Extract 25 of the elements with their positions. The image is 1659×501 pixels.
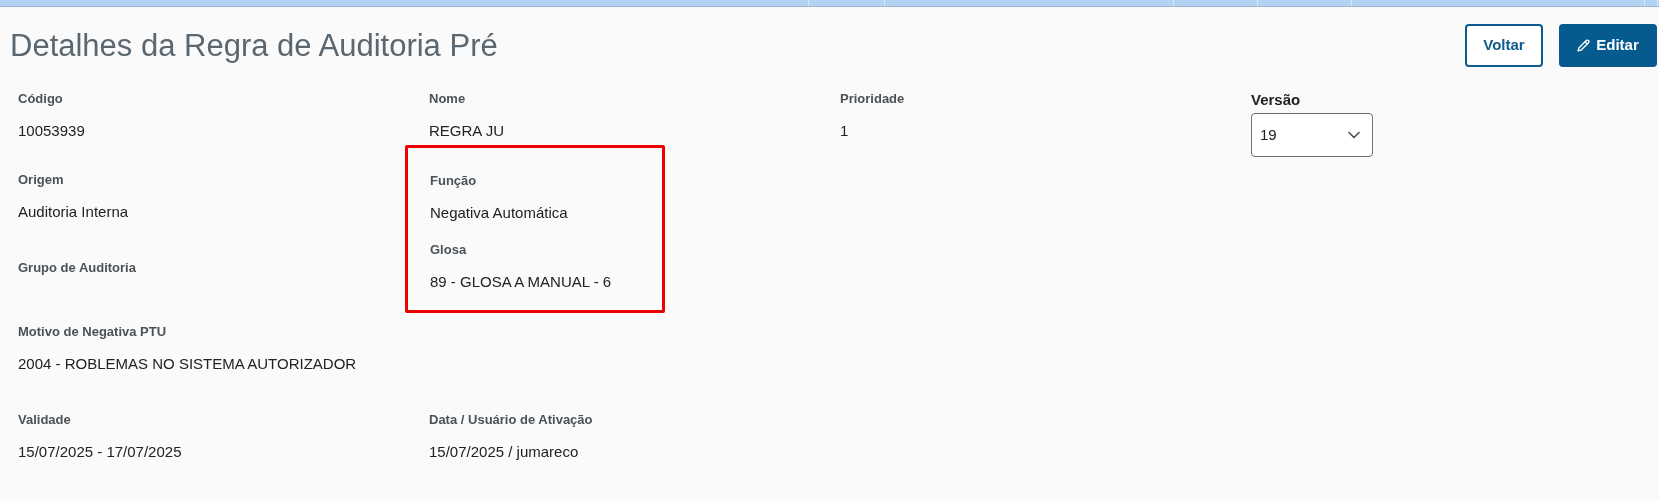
field-value: Auditoria Interna [18,202,129,222]
field-label: Motivo de Negativa PTU [18,323,167,341]
field-value: 1 [840,121,849,141]
edit-button[interactable]: Editar [1559,24,1657,67]
field-label: Validade [18,411,71,429]
field-value: Negativa Automática [430,203,568,223]
field-label: Origem [18,171,64,189]
field-label: Versão [1251,90,1301,110]
pencil-icon [1577,39,1591,52]
field-label: Nome [429,90,466,108]
field-label: Código [18,90,63,108]
back-button[interactable]: Voltar [1465,24,1543,67]
field-value: REGRA JU [429,121,504,141]
field-value: 15/07/2025 / jumareco [429,442,579,462]
field-label: Grupo de Auditoria [18,259,136,277]
field-value: 89 - GLOSA A MANUAL - 6 [430,272,612,292]
field-label: Data / Usuário de Ativação [429,411,593,429]
field-label: Função [430,172,477,190]
field-label: Prioridade [840,90,905,108]
field-value: 15/07/2025 - 17/07/2025 [18,442,182,462]
field-value: 2004 - ROBLEMAS NO SISTEMA AUTORIZADOR [18,354,357,374]
version-select[interactable]: 19 [1251,113,1373,157]
field-value: 10053939 [18,121,85,141]
field-label: Glosa [430,241,467,259]
page-title: Detalhes da Regra de Auditoria Pré [10,26,498,65]
